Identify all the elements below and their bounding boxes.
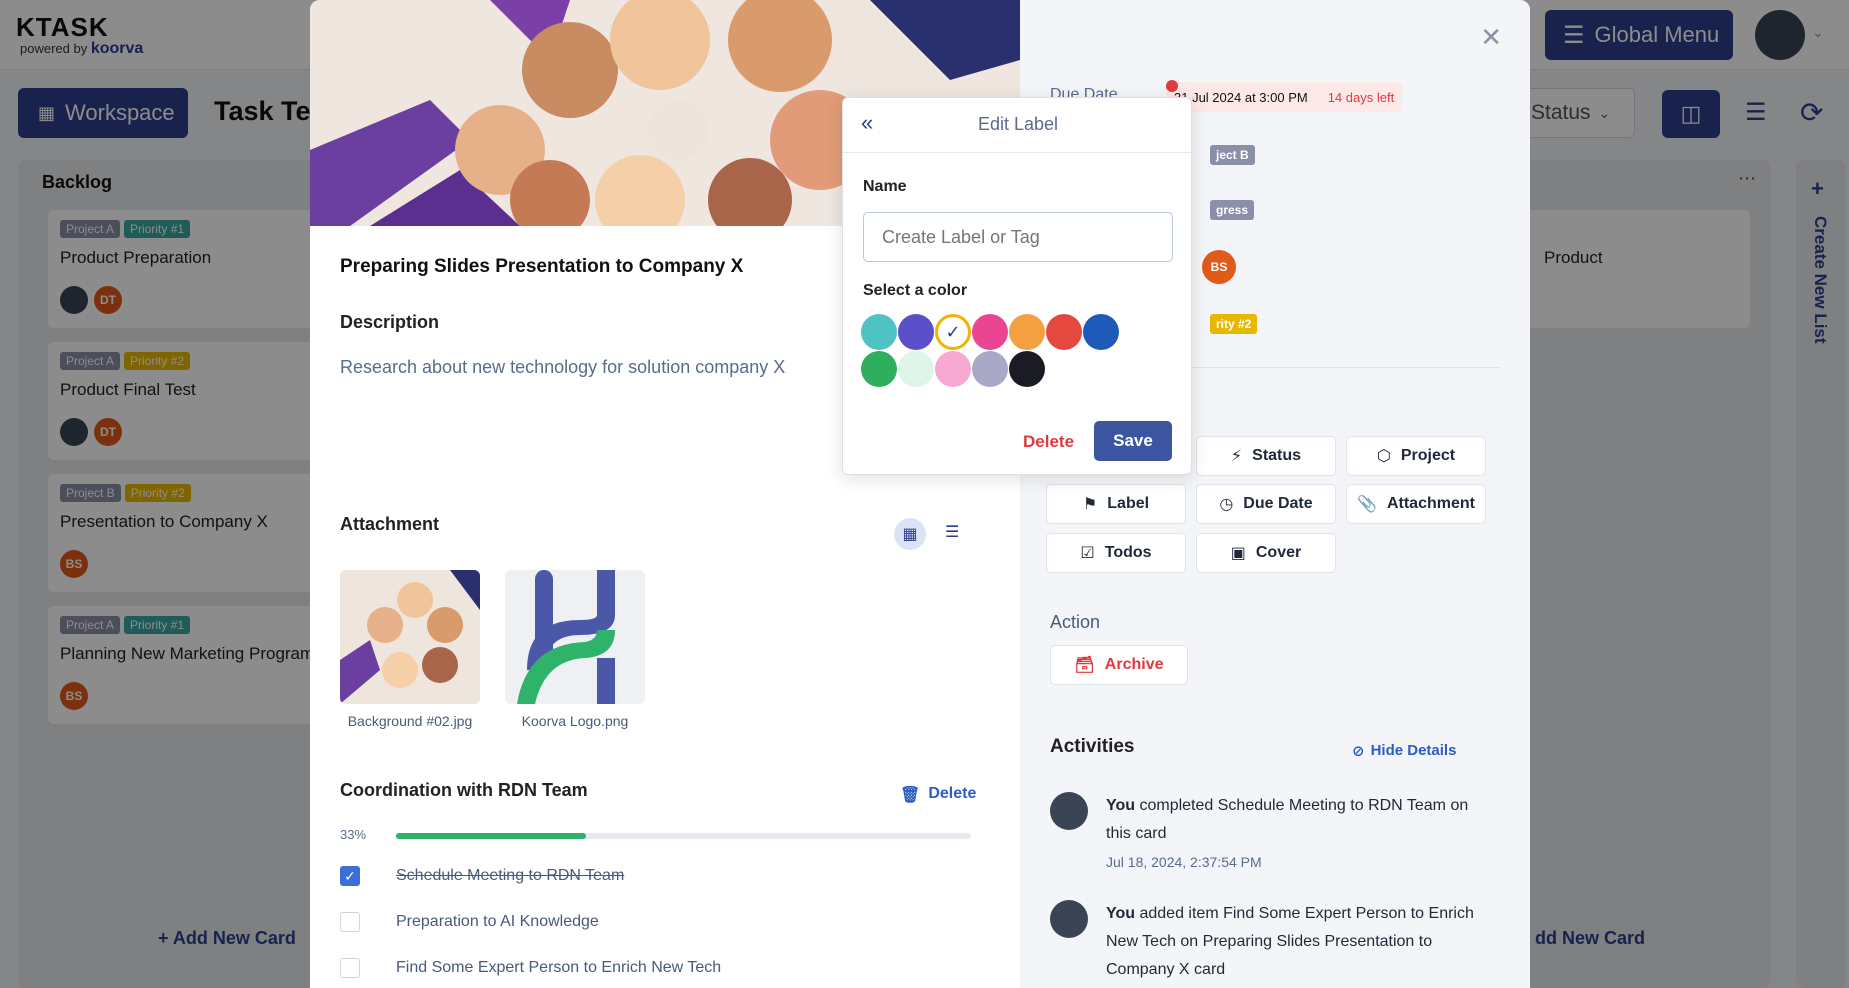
todo-text: Find Some Expert Person to Enrich New Te… [396, 959, 722, 976]
checklist-icon: ☑ [1080, 545, 1095, 562]
name-label: Name [863, 178, 907, 195]
project-label-chip[interactable]: ject B [1210, 145, 1255, 165]
bolt-icon: ⚡ [1230, 448, 1243, 465]
color-swatch[interactable] [935, 351, 971, 387]
todo-text: Preparation to AI Knowledge [396, 913, 599, 930]
checkbox[interactable] [340, 912, 360, 932]
todo-delete-label: Delete [928, 785, 977, 802]
color-swatch[interactable] [972, 351, 1008, 387]
project-button-label: Project [1400, 447, 1456, 464]
activity-actor: You [1106, 905, 1136, 922]
color-swatch[interactable] [1009, 351, 1045, 387]
image-icon [340, 570, 480, 704]
due-date-button[interactable]: ◷ Due Date [1196, 484, 1336, 524]
activity-item: You added item Find Some Expert Person t… [1050, 900, 1490, 988]
due-date-left: 14 days left [1327, 89, 1395, 105]
grid-view-icon[interactable]: ▦ [894, 518, 926, 550]
attachment-heading: Attachment [340, 514, 440, 534]
activity-body: completed Schedule Meeting to RDN Team o… [1106, 797, 1469, 842]
color-swatch[interactable] [898, 314, 934, 350]
label-button-label: Label [1107, 495, 1150, 512]
archive-icon: 🗃 [1074, 657, 1095, 674]
koorva-logo-icon [505, 570, 645, 704]
activity-text: You completed Schedule Meeting to RDN Te… [1106, 792, 1486, 848]
attachment-name[interactable]: Background #02.jpg [340, 713, 480, 729]
member-avatar[interactable]: BS [1202, 250, 1236, 284]
archive-button-label: Archive [1104, 656, 1164, 673]
card-title: Preparing Slides Presentation to Company… [340, 256, 744, 277]
color-swatch[interactable] [898, 351, 934, 387]
activities-heading: Activities [1050, 736, 1135, 757]
description-heading: Description [340, 312, 440, 332]
color-label: Select a color [863, 282, 968, 299]
alert-dot-icon [1166, 80, 1178, 92]
avatar [1050, 792, 1088, 830]
attachment-thumbnail[interactable] [505, 570, 645, 704]
todo-heading: Coordination with RDN Team [340, 780, 588, 800]
attachment-button-label: Attachment [1386, 495, 1475, 512]
save-button[interactable]: Save [1094, 421, 1172, 461]
activity-item: You completed Schedule Meeting to RDN Te… [1050, 792, 1490, 872]
attachment-thumbnail[interactable] [340, 570, 480, 704]
eye-off-icon: ⊘ [1352, 743, 1365, 760]
action-heading: Action [1050, 612, 1101, 632]
edit-label-popup: « Edit Label Name Select a color Delete … [842, 97, 1193, 475]
archive-button[interactable]: 🗃 Archive [1050, 645, 1188, 685]
due-date-value: 31 Jul 2024 at 3:00 PM [1174, 89, 1308, 105]
paperclip-icon: 📎 [1357, 496, 1377, 513]
activity-actor: You [1106, 797, 1136, 814]
todos-button[interactable]: ☑ Todos [1046, 533, 1186, 573]
due-date-badge[interactable]: 31 Jul 2024 at 3:00 PM 14 days left [1166, 80, 1403, 112]
cover-button-label: Cover [1255, 544, 1302, 561]
bookmark-icon: ⚑ [1082, 496, 1098, 513]
todo-item[interactable]: ✓ Schedule Meeting to RDN Team [340, 866, 624, 886]
description-text[interactable]: Research about new technology for soluti… [340, 357, 785, 378]
checkbox[interactable]: ✓ [340, 866, 360, 886]
progress-fill [396, 833, 586, 839]
divider [843, 152, 1193, 153]
color-swatch[interactable] [861, 351, 897, 387]
delete-button[interactable]: Delete [1023, 432, 1074, 452]
status-button-label: Status [1252, 447, 1302, 464]
activity-text: You added item Find Some Expert Person t… [1106, 900, 1486, 984]
clock-icon: ◷ [1219, 496, 1234, 513]
trash-icon: 🗑 [900, 787, 921, 804]
hide-details-button[interactable]: ⊘ Hide Details [1352, 742, 1456, 760]
color-swatch[interactable]: ✓ [935, 314, 971, 350]
avatar [1050, 900, 1088, 938]
hide-details-label: Hide Details [1370, 742, 1457, 759]
list-view-icon[interactable]: ☰ [945, 522, 959, 542]
progress-bar [396, 833, 971, 839]
color-swatch[interactable] [861, 314, 897, 350]
close-icon[interactable]: ✕ [1480, 22, 1502, 53]
todo-text: Schedule Meeting to RDN Team [396, 867, 625, 884]
image-icon: ▣ [1230, 545, 1246, 562]
card-detail-modal: Preparing Slides Presentation to Company… [310, 0, 1530, 988]
cover-button[interactable]: ▣ Cover [1196, 533, 1336, 573]
activity-time: Jul 18, 2024, 2:37:54 PM [1106, 854, 1262, 870]
status-label-chip[interactable]: gress [1210, 200, 1255, 220]
cube-icon: ⬡ [1376, 448, 1391, 465]
todo-item[interactable]: Find Some Expert Person to Enrich New Te… [340, 958, 721, 978]
popup-title: Edit Label [977, 114, 1059, 134]
todos-button-label: Todos [1104, 544, 1152, 561]
color-swatch[interactable] [972, 314, 1008, 350]
todo-item[interactable]: Preparation to AI Knowledge [340, 912, 599, 932]
label-button[interactable]: ⚑ Label [1046, 484, 1186, 524]
color-swatch[interactable] [1046, 314, 1082, 350]
priority-label-chip[interactable]: rity #2 [1210, 314, 1258, 334]
progress-label: 33% [340, 827, 367, 842]
attachment-button[interactable]: 📎 Attachment [1346, 484, 1486, 524]
project-button[interactable]: ⬡ Project [1346, 436, 1486, 476]
status-button[interactable]: ⚡ Status [1196, 436, 1336, 476]
due-date-button-label: Due Date [1243, 495, 1313, 512]
color-swatch[interactable] [1009, 314, 1045, 350]
checkbox[interactable] [340, 958, 360, 978]
attachment-name[interactable]: Koorva Logo.png [505, 713, 645, 729]
activity-body: added item Find Some Expert Person to En… [1106, 905, 1474, 978]
todo-delete-button[interactable]: 🗑 Delete [900, 785, 976, 805]
label-name-input[interactable] [863, 212, 1173, 262]
color-swatch[interactable] [1083, 314, 1119, 350]
